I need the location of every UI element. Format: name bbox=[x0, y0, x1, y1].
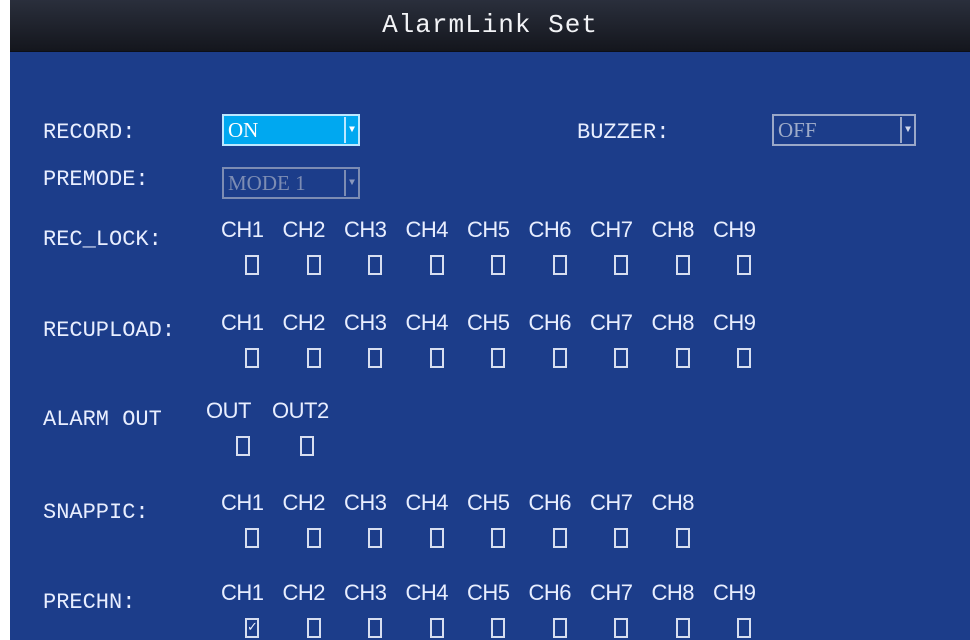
recupload-checkbox-4[interactable] bbox=[429, 348, 444, 368]
prechn-checkbox-1[interactable]: ✓ bbox=[245, 618, 259, 638]
prechn-checkbox-6[interactable] bbox=[552, 618, 567, 638]
rec-lock-checkbox-1[interactable] bbox=[245, 255, 259, 275]
rec-lock-channel-label-9: CH9 bbox=[713, 217, 756, 242]
rec-lock-checkbox-8[interactable] bbox=[675, 255, 690, 275]
rec-lock-checkbox-5[interactable] bbox=[491, 255, 505, 275]
premode-value: MODE 1 bbox=[228, 170, 306, 195]
rec-lock-channel-label-3: CH3 bbox=[344, 217, 387, 242]
prechn-label: PRECHN: bbox=[43, 590, 136, 615]
snappic-channel-label-6: CH6 bbox=[528, 490, 572, 515]
recupload-channel-label-2: CH2 bbox=[282, 310, 326, 335]
record-value: ON bbox=[228, 117, 259, 142]
rec-lock-channel-label-5: CH5 bbox=[467, 217, 510, 242]
prechn-channel-label-6: CH6 bbox=[528, 580, 572, 605]
premode-label: PREMODE: bbox=[43, 167, 149, 192]
recupload-channel-label-1: CH1 bbox=[221, 310, 264, 335]
recupload-channel-label-9: CH9 bbox=[713, 310, 756, 335]
record-select[interactable]: ON ▼ bbox=[222, 114, 360, 146]
buzzer-value: OFF bbox=[778, 117, 817, 142]
rec-lock-channel-label-8: CH8 bbox=[651, 217, 695, 242]
prechn-checkbox-8[interactable] bbox=[675, 618, 690, 638]
dvr-screen: AlarmLink Set RECORD: ON ▼ BUZZER: OFF ▼… bbox=[10, 0, 970, 640]
prechn-channel-label-9: CH9 bbox=[713, 580, 756, 605]
rec-lock-label: REC_LOCK: bbox=[43, 227, 162, 252]
prechn-channel-label-5: CH5 bbox=[467, 580, 510, 605]
recupload-checkbox-8[interactable] bbox=[675, 348, 690, 368]
recupload-checkbox-6[interactable] bbox=[552, 348, 567, 368]
snappic-channel-label-7: CH7 bbox=[590, 490, 633, 515]
recupload-checkbox-7[interactable] bbox=[614, 348, 628, 368]
snappic-checkbox-2[interactable] bbox=[306, 528, 321, 548]
snappic-checkbox-1[interactable] bbox=[245, 528, 259, 548]
recupload-checkbox-2[interactable] bbox=[306, 348, 321, 368]
title-bar: AlarmLink Set bbox=[10, 0, 970, 52]
premode-select[interactable]: MODE 1 ▼ bbox=[222, 167, 360, 199]
snappic-channel-label-5: CH5 bbox=[467, 490, 510, 515]
snappic-label: SNAPPIC: bbox=[43, 500, 149, 525]
buzzer-dropdown-arrow-icon[interactable]: ▼ bbox=[900, 117, 914, 143]
prechn-checkbox-2[interactable] bbox=[306, 618, 321, 638]
snappic-checkbox-7[interactable] bbox=[614, 528, 628, 548]
prechn-checkbox-5[interactable] bbox=[491, 618, 505, 638]
recupload-checkbox-9[interactable] bbox=[737, 348, 751, 368]
snappic-channel-label-1: CH1 bbox=[221, 490, 264, 515]
premode-dropdown-arrow-icon[interactable]: ▼ bbox=[344, 170, 358, 196]
recupload-label: RECUPLOAD: bbox=[43, 318, 176, 343]
snappic-channel-label-2: CH2 bbox=[282, 490, 326, 515]
snappic-checkbox-6[interactable] bbox=[552, 528, 567, 548]
rec-lock-checkbox-3[interactable] bbox=[368, 255, 382, 275]
recupload-checkbox-1[interactable] bbox=[245, 348, 259, 368]
buzzer-label: BUZZER: bbox=[577, 120, 670, 145]
record-dropdown-arrow-icon[interactable]: ▼ bbox=[344, 117, 358, 143]
snappic-checkbox-8[interactable] bbox=[675, 528, 690, 548]
rec-lock-checkbox-6[interactable] bbox=[552, 255, 567, 275]
record-label: RECORD: bbox=[43, 120, 136, 145]
prechn-channel-label-2: CH2 bbox=[282, 580, 326, 605]
rec-lock-channel-label-7: CH7 bbox=[590, 217, 633, 242]
prechn-channel-label-8: CH8 bbox=[651, 580, 695, 605]
alarm-out-label: ALARM OUT bbox=[43, 407, 162, 432]
recupload-channel-label-6: CH6 bbox=[528, 310, 572, 335]
recupload-channel-label-3: CH3 bbox=[344, 310, 387, 335]
alarm-out-channel-label-2: OUT2 bbox=[272, 398, 329, 423]
prechn-checkbox-4[interactable] bbox=[429, 618, 444, 638]
page-title: AlarmLink Set bbox=[382, 10, 598, 40]
recupload-checkbox-5[interactable] bbox=[491, 348, 505, 368]
rec-lock-checkbox-4[interactable] bbox=[429, 255, 444, 275]
rec-lock-channel-label-4: CH4 bbox=[405, 217, 449, 242]
alarm-out-channel-label-1: OUT bbox=[206, 398, 251, 423]
alarm-out-checkbox-1[interactable] bbox=[236, 436, 250, 456]
rec-lock-channel-label-1: CH1 bbox=[221, 217, 264, 242]
prechn-channel-label-1: CH1 bbox=[221, 580, 264, 605]
rec-lock-checkbox-9[interactable] bbox=[737, 255, 751, 275]
recupload-channel-label-5: CH5 bbox=[467, 310, 510, 335]
snappic-channel-label-3: CH3 bbox=[344, 490, 387, 515]
recupload-channel-label-4: CH4 bbox=[405, 310, 449, 335]
recupload-channel-label-7: CH7 bbox=[590, 310, 633, 335]
rec-lock-channel-label-6: CH6 bbox=[528, 217, 572, 242]
prechn-checkbox-7[interactable] bbox=[614, 618, 628, 638]
prechn-checkbox-9[interactable] bbox=[737, 618, 751, 638]
buzzer-select[interactable]: OFF ▼ bbox=[772, 114, 916, 146]
prechn-checkbox-3[interactable] bbox=[368, 618, 382, 638]
prechn-channel-label-3: CH3 bbox=[344, 580, 387, 605]
snappic-checkbox-3[interactable] bbox=[368, 528, 382, 548]
snappic-checkbox-4[interactable] bbox=[429, 528, 444, 548]
prechn-channel-label-7: CH7 bbox=[590, 580, 633, 605]
recupload-checkbox-3[interactable] bbox=[368, 348, 382, 368]
alarm-out-checkbox-2[interactable] bbox=[300, 436, 314, 456]
rec-lock-checkbox-2[interactable] bbox=[306, 255, 321, 275]
prechn-channel-label-4: CH4 bbox=[405, 580, 449, 605]
rec-lock-channel-label-2: CH2 bbox=[282, 217, 326, 242]
recupload-channel-label-8: CH8 bbox=[651, 310, 695, 335]
rec-lock-checkbox-7[interactable] bbox=[614, 255, 628, 275]
snappic-channel-label-4: CH4 bbox=[405, 490, 449, 515]
snappic-channel-label-8: CH8 bbox=[651, 490, 695, 515]
snappic-checkbox-5[interactable] bbox=[491, 528, 505, 548]
